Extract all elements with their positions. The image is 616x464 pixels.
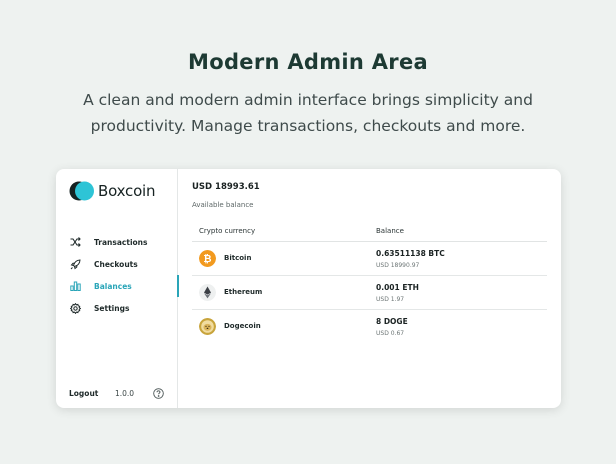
available-balance-amount: USD 18993.61: [192, 182, 260, 192]
gear-icon: [69, 302, 81, 314]
sidebar-item-label: Balances: [94, 281, 132, 291]
column-header-balance: Balance: [376, 227, 404, 235]
sidebar-item-transactions[interactable]: Transactions: [56, 231, 178, 253]
table-row[interactable]: ₿ Bitcoin 0.63511138 BTC USD 18990.97: [192, 242, 547, 276]
svg-text:₿: ₿: [203, 253, 211, 265]
crypto-balance: 0.001 ETH: [376, 283, 419, 292]
balances-table: Crypto currency Balance ₿ Bitcoin 0.6351…: [192, 222, 547, 344]
brand-name: Boxcoin: [98, 182, 156, 200]
help-circle-icon[interactable]: [153, 388, 164, 399]
hero-title: Modern Admin Area: [188, 50, 428, 74]
sidebar-item-checkouts[interactable]: Checkouts: [56, 253, 178, 275]
usd-balance: USD 0.67: [376, 330, 405, 337]
shuffle-icon: [69, 236, 81, 248]
crypto-balance: 0.63511138 BTC: [376, 249, 445, 258]
dogecoin-icon: [199, 318, 216, 335]
currency-name: Ethereum: [224, 288, 263, 296]
hero-subtitle: A clean and modern admin interface bring…: [83, 91, 533, 135]
sidebar-item-label: Checkouts: [94, 259, 138, 269]
table-row[interactable]: Dogecoin 8 DOGE USD 0.67: [192, 310, 547, 344]
brand-logo[interactable]: Boxcoin: [69, 180, 179, 202]
sidebar-footer: Logout 1.0.0: [69, 388, 169, 400]
sidebar-nav: Transactions Checkouts Balances Settings: [56, 231, 179, 319]
currency-name: Bitcoin: [224, 254, 252, 262]
sidebar-item-balances[interactable]: Balances: [56, 275, 179, 297]
sidebar-item-label: Settings: [94, 303, 130, 313]
sidebar-item-settings[interactable]: Settings: [56, 297, 178, 319]
bitcoin-icon: ₿: [199, 250, 216, 267]
boxcoin-logo-icon: [69, 181, 94, 201]
table-header: Crypto currency Balance: [192, 222, 547, 242]
usd-balance: USD 18990.97: [376, 262, 420, 269]
ethereum-icon: [199, 284, 216, 301]
sidebar: Boxcoin Transactions Checkouts Balances …: [56, 169, 179, 408]
logout-link[interactable]: Logout: [69, 389, 98, 398]
admin-window: Boxcoin Transactions Checkouts Balances …: [56, 169, 561, 408]
column-header-currency: Crypto currency: [199, 227, 256, 235]
usd-balance: USD 1.97: [376, 296, 405, 303]
sidebar-item-label: Transactions: [94, 237, 148, 247]
rocket-icon: [69, 258, 81, 270]
bar-chart-icon: [69, 280, 81, 292]
available-balance-label: Available balance: [192, 201, 254, 209]
table-row[interactable]: Ethereum 0.001 ETH USD 1.97: [192, 276, 547, 310]
currency-name: Dogecoin: [224, 322, 261, 330]
version-label: 1.0.0: [115, 389, 135, 398]
crypto-balance: 8 DOGE: [376, 317, 408, 326]
